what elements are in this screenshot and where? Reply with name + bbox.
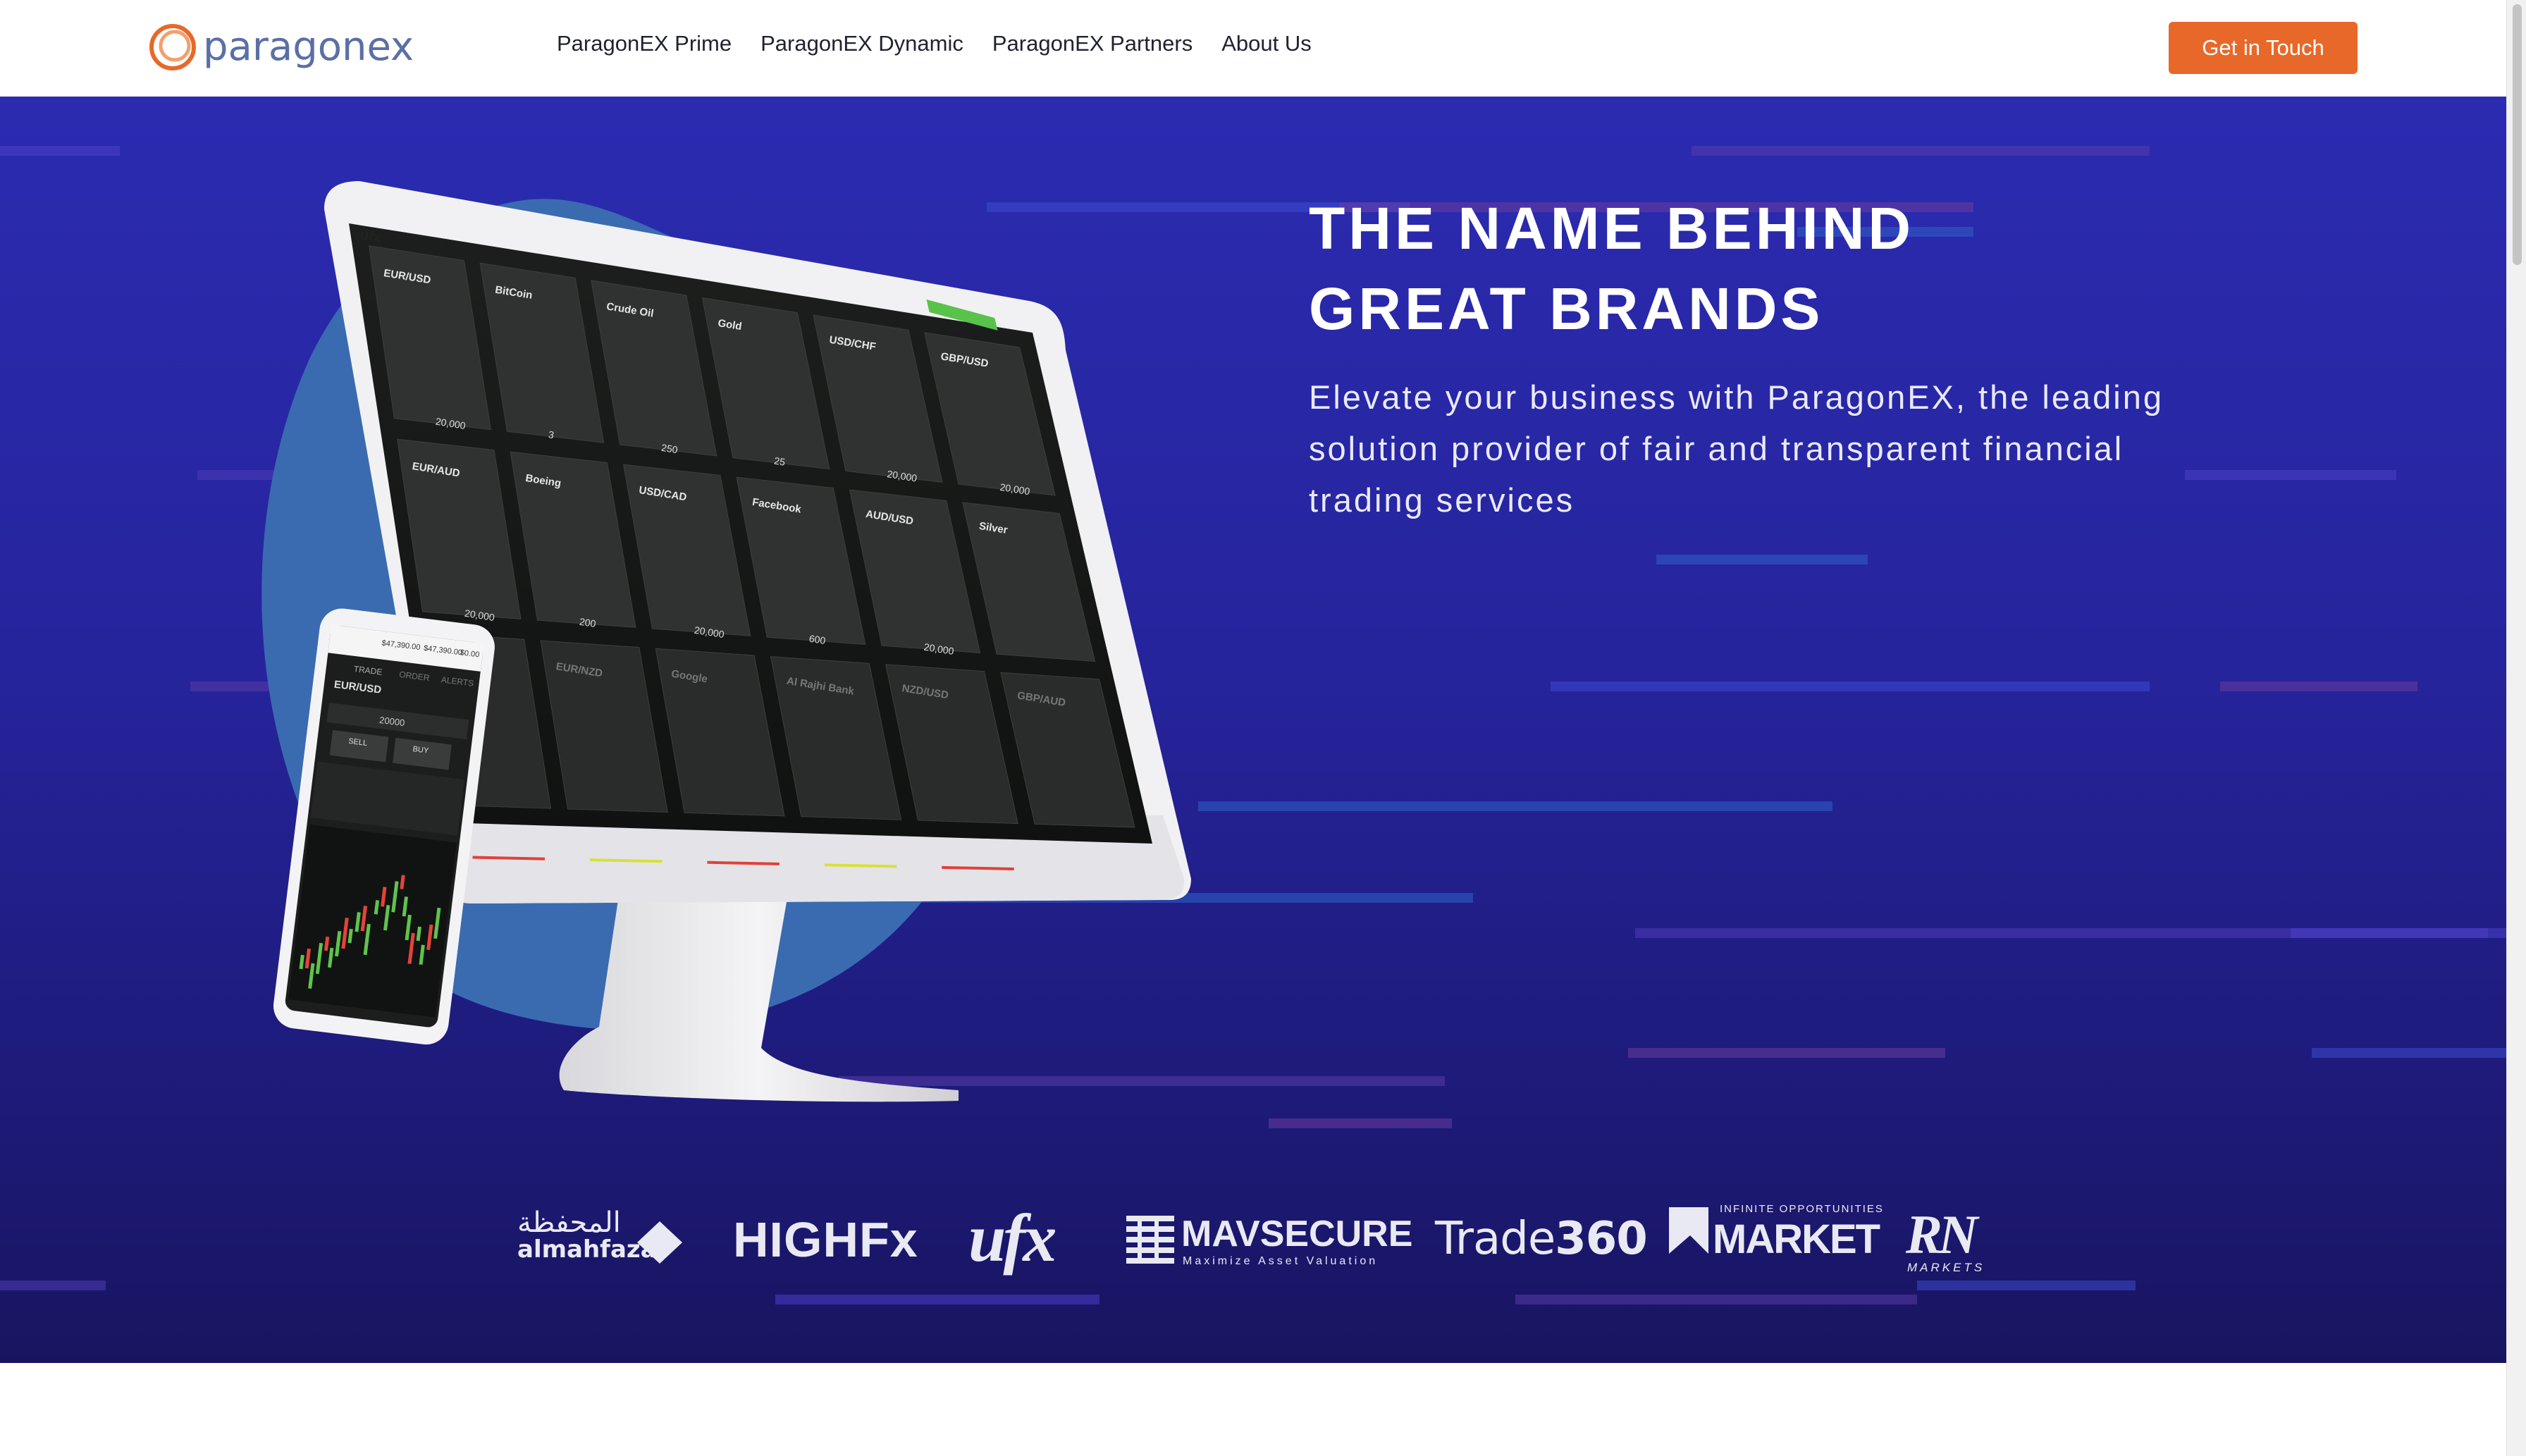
background-stripe bbox=[1269, 1118, 1452, 1128]
market-m-icon bbox=[1669, 1207, 1708, 1254]
logo-wordmark: paragonex bbox=[203, 24, 414, 70]
background-stripe bbox=[2291, 928, 2506, 938]
background-stripe bbox=[2185, 470, 2396, 480]
background-stripe bbox=[1917, 1281, 2136, 1290]
sentiment-bar bbox=[589, 858, 663, 863]
almahfaza-logo: المحفظة almahfaza bbox=[517, 1209, 682, 1264]
nav-about-us[interactable]: About Us bbox=[1221, 31, 1312, 56]
hero-title: THE NAME BEHIND GREAT BRANDS bbox=[1309, 188, 1914, 349]
background-stripe bbox=[1628, 1048, 1945, 1058]
almahfaza-diamond-icon bbox=[637, 1221, 682, 1264]
nav-paragonex-prime[interactable]: ParagonEX Prime bbox=[557, 31, 732, 56]
background-stripe bbox=[2312, 1048, 2506, 1058]
paragonex-ring-icon bbox=[149, 24, 196, 70]
sentiment-bar bbox=[824, 863, 897, 868]
scrollbar-thumb[interactable] bbox=[2513, 4, 2522, 265]
hero-section: EUR/USD20,000SELLBUYBitCoin3SELLBUYCrude… bbox=[0, 97, 2506, 1363]
hero-subtitle: Elevate your business with ParagonEX, th… bbox=[1309, 378, 2164, 519]
trading-platform-illustration: EUR/USD20,000SELLBUYBitCoin3SELLBUYCrude… bbox=[261, 181, 1191, 1102]
hero-title-line-2: GREAT BRANDS bbox=[1309, 276, 1824, 342]
nav-paragonex-dynamic[interactable]: ParagonEX Dynamic bbox=[760, 31, 963, 56]
mavsecure-wordmark: MAVSECURE bbox=[1181, 1214, 1413, 1254]
ufx-logo: ufx bbox=[968, 1200, 1056, 1276]
sentiment-bar bbox=[707, 860, 780, 865]
background-stripe bbox=[1198, 801, 1832, 811]
market-wordmark: MARKET bbox=[1713, 1216, 1880, 1262]
background-stripe bbox=[0, 146, 120, 156]
hero-title-line-1: THE NAME BEHIND bbox=[1309, 195, 1915, 261]
market-tagline: INFINITE OPPORTUNITIES bbox=[1720, 1203, 1884, 1215]
highfx-logo: HIGHFx bbox=[733, 1212, 918, 1267]
background-stripe bbox=[2220, 681, 2417, 691]
mavsecure-tagline: Maximize Asset Valuation bbox=[1183, 1255, 1379, 1267]
rn-wordmark: RN bbox=[1906, 1204, 1978, 1265]
trade360-logo: Trade360 bbox=[1435, 1213, 1648, 1265]
background-stripe bbox=[1551, 681, 2150, 691]
site-header: paragonex ParagonEX Prime ParagonEX Dyna… bbox=[0, 0, 2506, 97]
page: paragonex ParagonEX Prime ParagonEX Dyna… bbox=[0, 0, 2506, 1456]
background-stripe bbox=[1515, 1295, 1917, 1304]
paragonex-logo[interactable]: paragonex bbox=[148, 21, 414, 73]
sentiment-bar bbox=[472, 856, 546, 860]
sentiment-bar bbox=[942, 865, 1014, 871]
app-logo: ufx bbox=[359, 227, 382, 245]
phone-chart-area bbox=[288, 824, 457, 1018]
vertical-scrollbar[interactable] bbox=[2506, 0, 2526, 1456]
background-stripe bbox=[0, 1281, 106, 1290]
background-stripe bbox=[775, 1295, 1099, 1304]
partner-logos: المحفظة almahfaza HIGHFx ufx MAVSECURE M… bbox=[507, 1200, 2023, 1281]
background-stripe bbox=[1692, 146, 2150, 156]
main-nav: ParagonEX Prime ParagonEX Dynamic Parago… bbox=[557, 31, 1341, 56]
nav-paragonex-partners[interactable]: ParagonEX Partners bbox=[992, 31, 1193, 56]
get-in-touch-button[interactable]: Get in Touch bbox=[2169, 22, 2358, 74]
market-tile-amount: 25 bbox=[773, 455, 786, 467]
trade360-word: Trade bbox=[1435, 1213, 1555, 1265]
background-stripe bbox=[1656, 555, 1868, 564]
trade360-number: 360 bbox=[1555, 1213, 1648, 1265]
rn-tagline: MARKETS bbox=[1907, 1261, 1985, 1274]
mavsecure-grid-icon bbox=[1126, 1216, 1174, 1264]
